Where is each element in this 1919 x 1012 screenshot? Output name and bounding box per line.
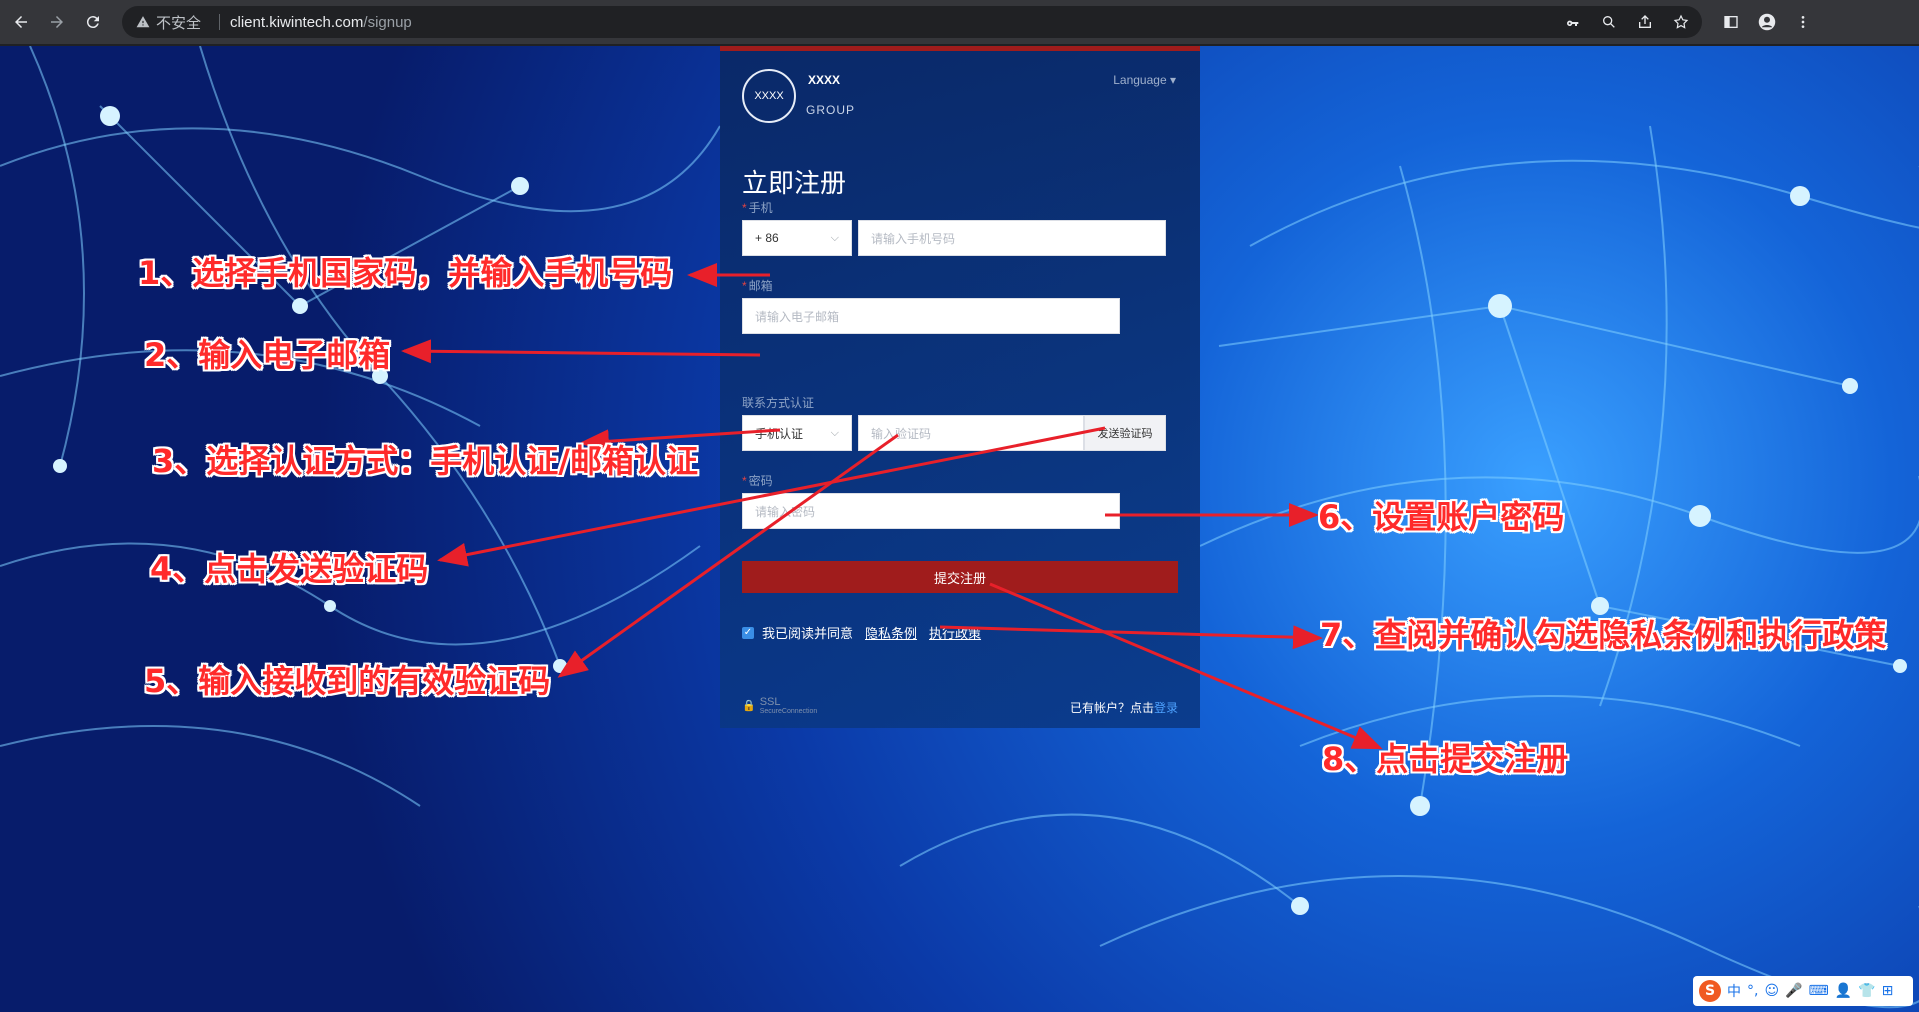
sogou-logo-icon: S [1699, 980, 1721, 1002]
arrow-2 [401, 339, 761, 364]
emoji-icon[interactable]: ☺ [1764, 983, 1779, 999]
ime-language[interactable]: 中 [1727, 981, 1741, 1001]
annotation-step-7: 7、查阅并确认勾选隐私条例和执行政策 [1320, 616, 1887, 654]
user-icon[interactable]: 👤 [1835, 983, 1852, 999]
annotation-step-8: 8、点击提交注册 [1322, 740, 1569, 778]
annotation-step-5: 5、输入接收到的有效验证码 [144, 662, 551, 700]
keyboard-icon[interactable]: ⌨ [1809, 983, 1829, 999]
annotation-arrows [401, 263, 1383, 750]
annotation-step-4: 4、点击发送验证码 [150, 550, 429, 588]
arrow-8 [989, 582, 1383, 750]
arrow-7 [939, 625, 1323, 650]
skin-icon[interactable]: 👕 [1858, 983, 1875, 999]
annotation-step-1: 1、选择手机国家码，并输入手机号码 [138, 254, 673, 292]
annotation-step-3: 3、选择认证方式：手机认证/邮箱认证 [152, 442, 698, 480]
annotation-step-6: 6、设置账户密码 [1318, 498, 1565, 536]
ime-toolbar[interactable]: S 中 °, ☺ 🎤 ⌨ 👤 👕 ⊞ [1693, 976, 1913, 1006]
annotation-step-2: 2、输入电子邮箱 [144, 336, 391, 374]
grid-menu-icon[interactable]: ⊞ [1882, 983, 1894, 999]
punctuation-icon[interactable]: °, [1747, 983, 1758, 999]
microphone-icon[interactable]: 🎤 [1785, 983, 1802, 999]
